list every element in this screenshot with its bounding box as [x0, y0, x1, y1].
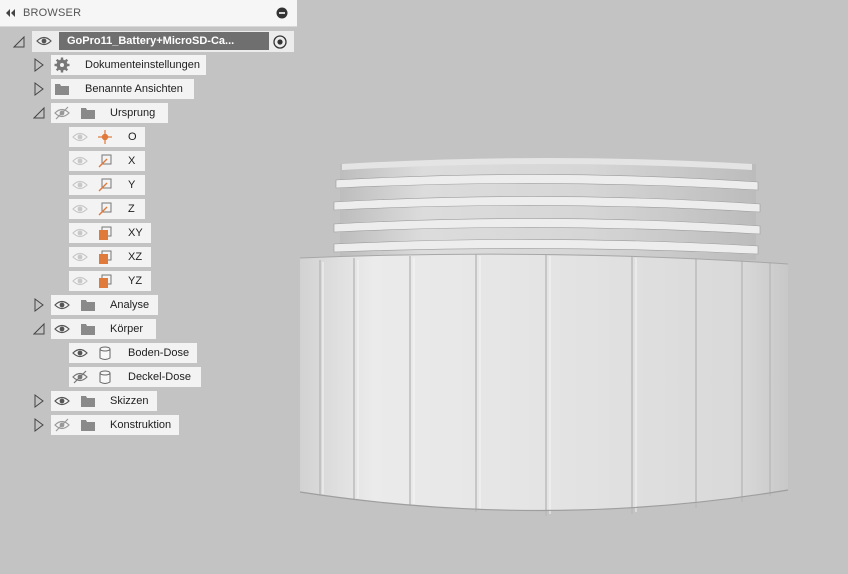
- origin-point-icon: [98, 130, 112, 144]
- folder-icon: [81, 420, 95, 431]
- radio-target-icon[interactable]: [271, 33, 289, 51]
- eye-icon[interactable]: [72, 225, 88, 241]
- eye-icon[interactable]: [72, 129, 88, 145]
- folder-icon: [81, 324, 95, 335]
- tree-item-label: Y: [128, 179, 136, 191]
- collapsed-toggle-icon[interactable]: [33, 418, 45, 432]
- tree-item-axis-z[interactable]: Z: [69, 199, 145, 219]
- tree-item-plane-xy[interactable]: XY: [69, 223, 151, 243]
- root-component-label-box[interactable]: GoPro11_Battery+MicroSD-Ca...: [59, 32, 269, 50]
- eye-icon[interactable]: [72, 273, 88, 289]
- expand-toggle-icon[interactable]: [33, 106, 45, 120]
- plane-icon: [99, 250, 112, 264]
- axis-icon: [98, 154, 112, 168]
- eye-icon[interactable]: [72, 177, 88, 193]
- tree-item-origin[interactable]: Ursprung: [51, 103, 168, 123]
- folder-icon: [55, 84, 69, 95]
- eye-icon[interactable]: [72, 249, 88, 265]
- eye-icon[interactable]: [54, 297, 70, 313]
- minus-circle-icon[interactable]: [276, 7, 288, 19]
- eye-slash-icon[interactable]: [72, 369, 88, 385]
- tree-item-origin-point[interactable]: O: [69, 127, 145, 147]
- eye-icon[interactable]: [54, 393, 70, 409]
- tree-item-label: Z: [128, 203, 135, 215]
- tree-item-plane-xz[interactable]: XZ: [69, 247, 151, 267]
- tree-item-label: Analyse: [110, 299, 150, 311]
- tree-item-label: XZ: [128, 251, 143, 263]
- tree-item-label: Dokumenteinstellungen: [85, 59, 200, 71]
- plane-icon: [99, 274, 112, 288]
- folder-icon: [81, 300, 95, 311]
- axis-icon: [98, 178, 112, 192]
- tree-item-label: YZ: [128, 275, 143, 287]
- eye-slash-icon[interactable]: [54, 105, 70, 121]
- tree-item-label: Skizzen: [110, 395, 149, 407]
- root-component-label: GoPro11_Battery+MicroSD-Ca...: [67, 35, 235, 47]
- tree-item-label: Boden-Dose: [128, 347, 190, 359]
- tree-item-label: Konstruktion: [110, 419, 172, 431]
- browser-header: BROWSER: [0, 0, 297, 27]
- tree-item-named-views[interactable]: Benannte Ansichten: [51, 79, 194, 99]
- tree-item-label: O: [128, 131, 137, 143]
- collapsed-toggle-icon[interactable]: [33, 298, 45, 312]
- tree-item-label: Ursprung: [110, 107, 156, 119]
- collapsed-toggle-icon[interactable]: [33, 58, 45, 72]
- tree-item-label: XY: [128, 227, 143, 239]
- expand-toggle-icon[interactable]: [13, 35, 25, 49]
- plane-icon: [99, 226, 112, 240]
- ribbed-body: [299, 253, 789, 516]
- tree-item-body-deckel-dose[interactable]: Deckel-Dose: [69, 367, 201, 387]
- collapsed-toggle-icon[interactable]: [33, 82, 45, 96]
- browser-title: BROWSER: [23, 7, 82, 19]
- tree-item-plane-yz[interactable]: YZ: [69, 271, 151, 291]
- tree-item-body-boden-dose[interactable]: Boden-Dose: [69, 343, 197, 363]
- axis-icon: [98, 202, 112, 216]
- collapsed-toggle-icon[interactable]: [33, 394, 45, 408]
- tree-item-label: Deckel-Dose: [128, 371, 191, 383]
- tree-item-label: Körper: [110, 323, 144, 335]
- tree-item-settings[interactable]: Dokumenteinstellungen: [51, 55, 206, 75]
- eye-icon[interactable]: [36, 33, 52, 49]
- folder-icon: [81, 396, 95, 407]
- tree-item-axis-x[interactable]: X: [69, 151, 145, 171]
- gear-icon: [54, 57, 70, 73]
- tree-item-bodies[interactable]: Körper: [51, 319, 156, 339]
- eye-icon[interactable]: [54, 321, 70, 337]
- eye-icon[interactable]: [72, 153, 88, 169]
- thread-section: [333, 158, 761, 260]
- eye-slash-icon[interactable]: [54, 417, 70, 433]
- eye-icon[interactable]: [72, 345, 88, 361]
- tree-item-sketches[interactable]: Skizzen: [51, 391, 157, 411]
- tree-item-axis-y[interactable]: Y: [69, 175, 145, 195]
- eye-icon[interactable]: [72, 201, 88, 217]
- tree-item-analysis[interactable]: Analyse: [51, 295, 158, 315]
- double-chevron-left-icon[interactable]: [4, 6, 16, 20]
- body-cylinder-icon: [99, 346, 111, 360]
- tree-item-label: Benannte Ansichten: [85, 83, 183, 95]
- 3d-model-viewport[interactable]: [296, 150, 792, 522]
- tree-item-construction[interactable]: Konstruktion: [51, 415, 179, 435]
- expand-toggle-icon[interactable]: [33, 322, 45, 336]
- folder-icon: [81, 108, 95, 119]
- tree-item-label: X: [128, 155, 136, 167]
- body-cylinder-icon: [99, 370, 111, 384]
